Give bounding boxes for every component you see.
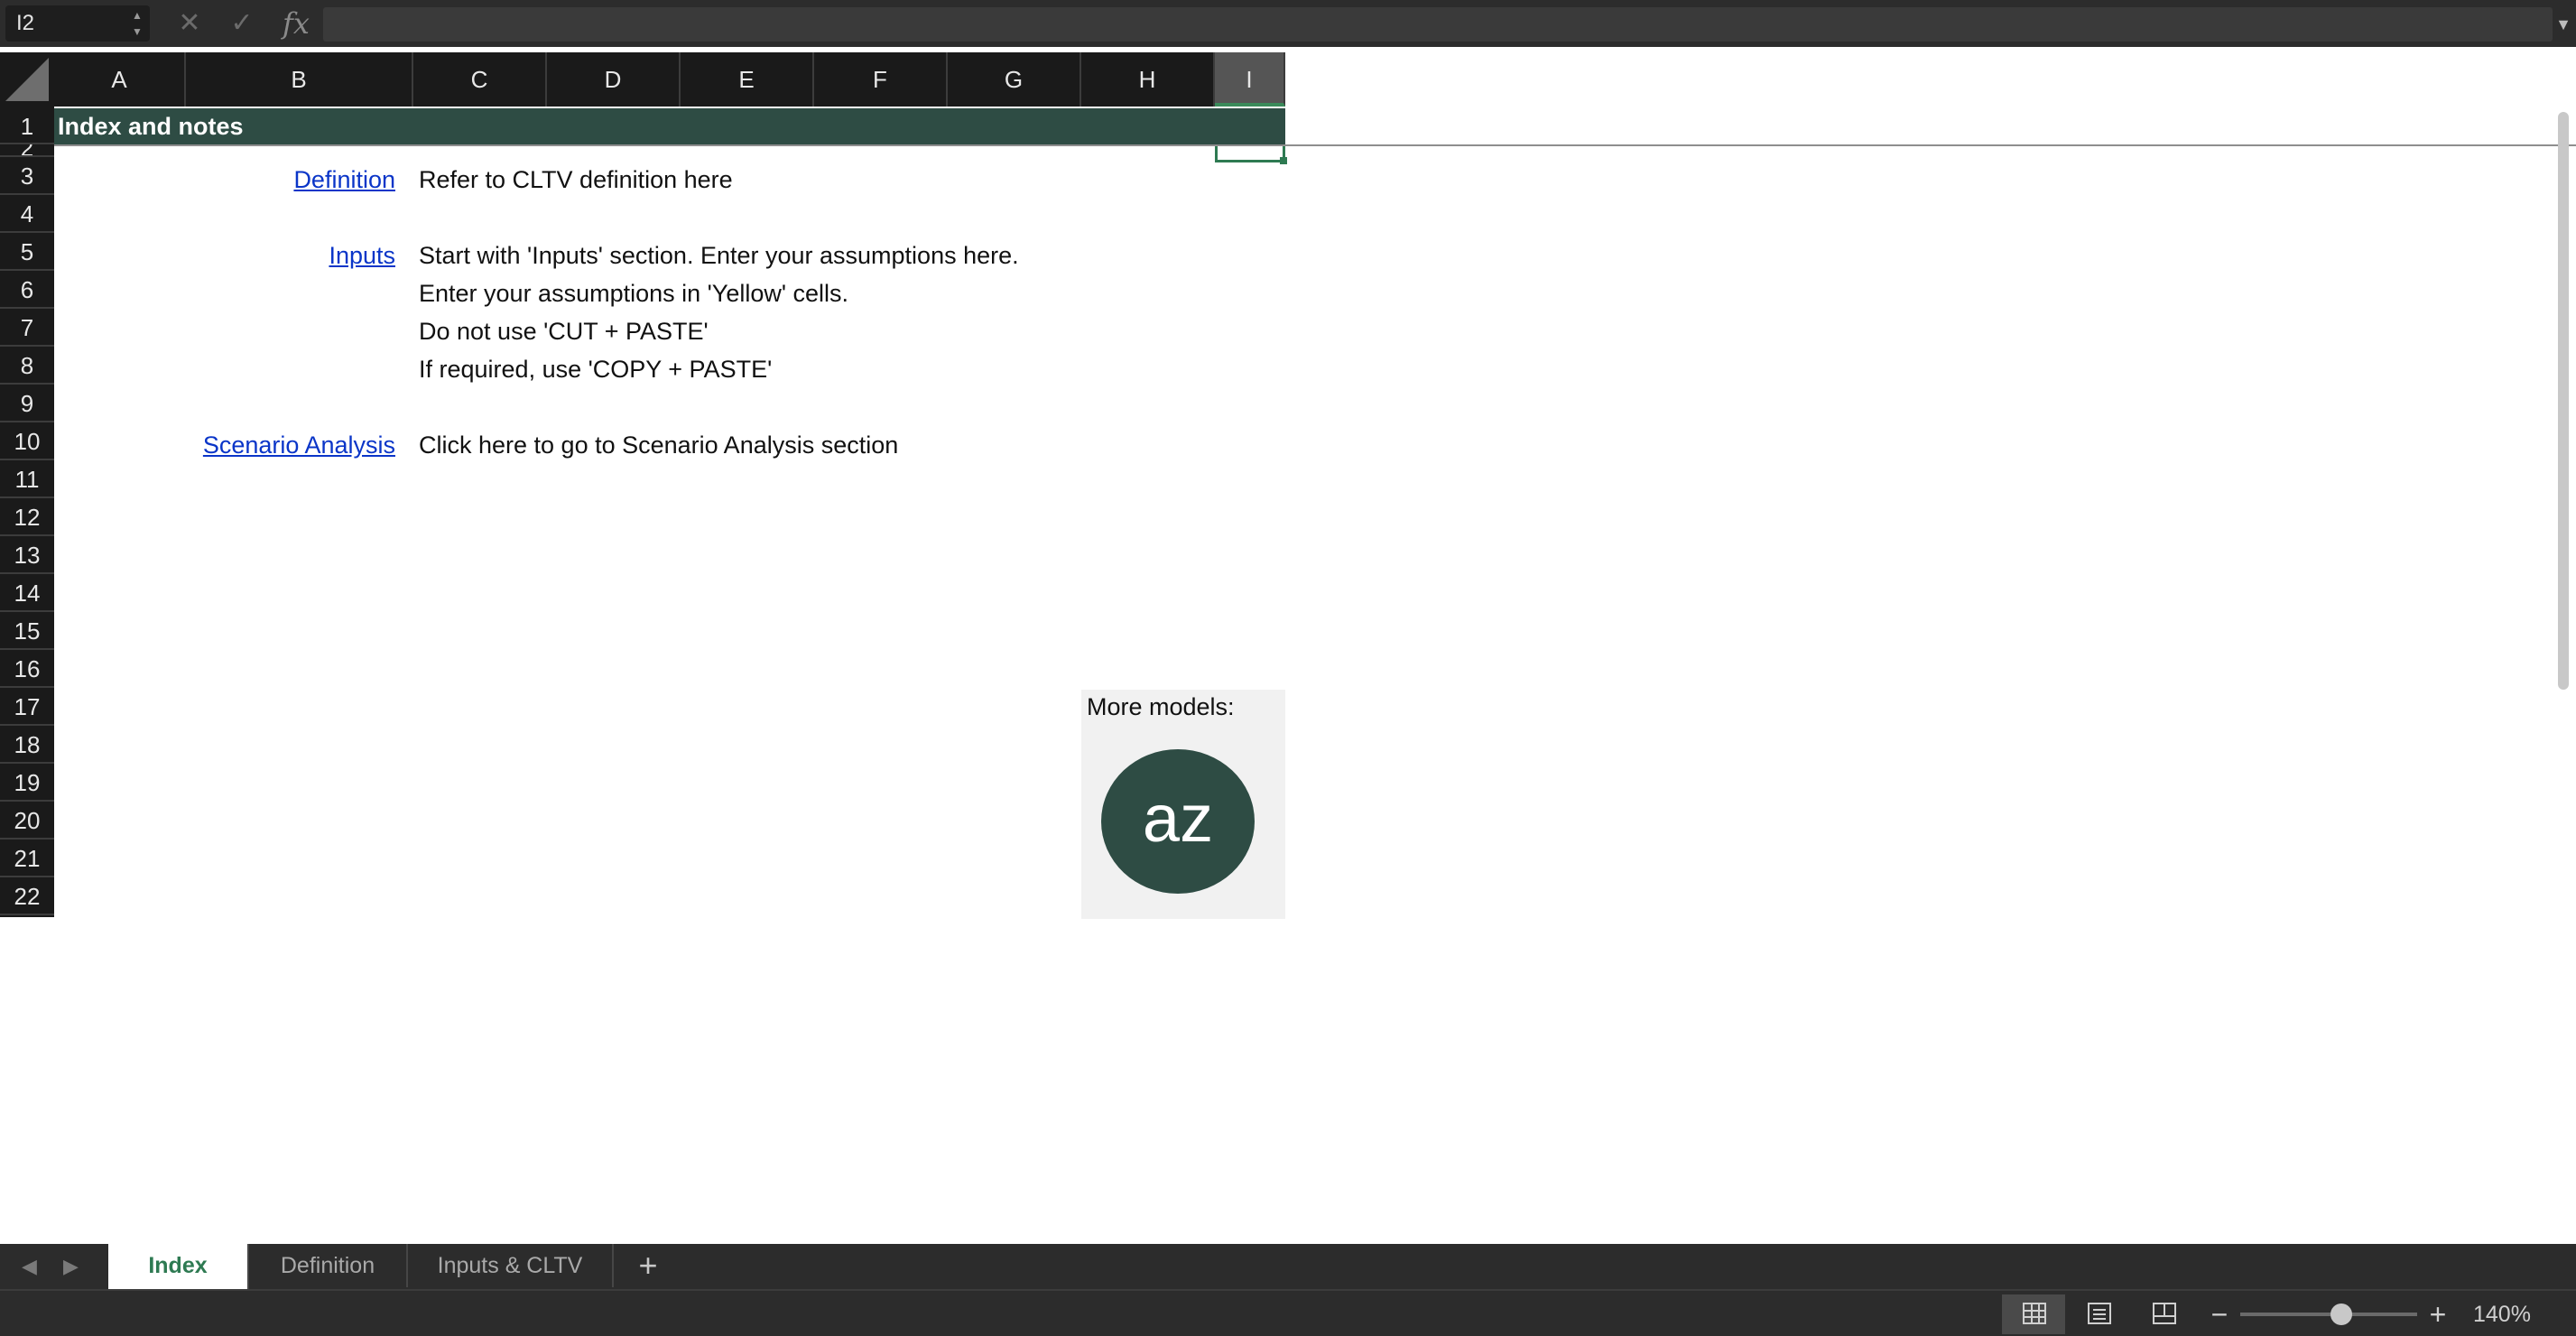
note-copy-paste: If required, use 'COPY + PASTE' <box>419 356 773 383</box>
row-header-7[interactable]: 7 <box>0 309 54 347</box>
name-box[interactable]: I2 ▲ ▼ <box>5 5 150 42</box>
grid-view-icon <box>2023 1303 2046 1324</box>
tab-index[interactable]: Index <box>108 1244 249 1289</box>
row-header-18[interactable]: 18 <box>0 726 54 764</box>
note-scenario-analysis: Click here to go to Scenario Analysis se… <box>419 431 899 459</box>
more-models-label: More models: <box>1087 693 1235 720</box>
formula-expand-icon[interactable]: ▼ <box>2554 9 2572 40</box>
zoom-out-button[interactable]: − <box>2206 1294 2233 1334</box>
row-header-9[interactable]: 9 <box>0 385 54 422</box>
freeze-pane-divider <box>54 144 2576 146</box>
zoom-slider-thumb[interactable] <box>2330 1304 2352 1325</box>
inputs-link[interactable]: Inputs <box>329 237 395 274</box>
row-header-15[interactable]: 15 <box>0 612 54 650</box>
az-logo[interactable]: az <box>1101 749 1255 894</box>
column-header-c[interactable]: C <box>413 52 547 107</box>
row-header-5[interactable]: 5 <box>0 233 54 271</box>
page-break-view-button[interactable] <box>2132 1294 2195 1334</box>
column-header-b[interactable]: B <box>186 52 413 107</box>
fx-icon[interactable]: fx <box>280 5 312 42</box>
row-header-13[interactable]: 13 <box>0 536 54 574</box>
note-no-cut-paste: Do not use 'CUT + PASTE' <box>419 318 709 345</box>
column-header-h[interactable]: H <box>1081 52 1215 107</box>
prev-sheet-icon[interactable]: ◀ <box>22 1244 37 1289</box>
status-bar: − + 140% <box>0 1289 2576 1336</box>
row-header-14[interactable]: 14 <box>0 574 54 612</box>
row-header-17[interactable]: 17 <box>0 688 54 726</box>
fill-handle[interactable] <box>1280 157 1287 164</box>
zoom-level[interactable]: 140% <box>2473 1294 2560 1334</box>
note-yellow-cells: Enter your assumptions in 'Yellow' cells… <box>419 280 849 307</box>
column-header-i[interactable]: I <box>1215 52 1285 107</box>
zoom-slider[interactable] <box>2240 1313 2417 1316</box>
selected-cell-i2[interactable] <box>1215 146 1285 162</box>
note-definition: Refer to CLTV definition here <box>419 166 733 193</box>
confirm-icon[interactable]: ✓ <box>227 5 256 42</box>
column-header-e[interactable]: E <box>681 52 814 107</box>
column-header-a[interactable]: A <box>54 52 186 107</box>
row-header-2[interactable]: 2 <box>0 144 54 157</box>
row-header-22[interactable]: 22 <box>0 877 54 915</box>
row-header-16[interactable]: 16 <box>0 650 54 688</box>
page-break-icon <box>2153 1303 2176 1324</box>
row-header-6[interactable]: 6 <box>0 271 54 309</box>
scenario-analysis-link[interactable]: Scenario Analysis <box>203 426 395 464</box>
column-headers: A B C D E F G H I <box>54 52 1285 107</box>
tab-definition[interactable]: Definition <box>249 1244 408 1287</box>
normal-view-button[interactable] <box>2002 1294 2065 1334</box>
row-headers: 1 2 3 4 5 6 7 8 9 10 11 12 13 14 15 16 1… <box>0 107 54 917</box>
row-header-3[interactable]: 3 <box>0 157 54 195</box>
vertical-scrollbar[interactable] <box>2558 112 2569 690</box>
add-sheet-button[interactable]: + <box>617 1244 679 1287</box>
note-inputs-start: Start with 'Inputs' section. Enter your … <box>419 242 1019 269</box>
row-header-19[interactable]: 19 <box>0 764 54 802</box>
formula-input[interactable] <box>323 7 2553 42</box>
definition-link[interactable]: Definition <box>293 161 395 199</box>
formula-bar: I2 ▲ ▼ ✕ ✓ fx ▼ <box>0 0 2576 47</box>
name-box-value: I2 <box>16 11 35 35</box>
column-header-g[interactable]: G <box>948 52 1081 107</box>
row-header-4[interactable]: 4 <box>0 195 54 233</box>
row-header-12[interactable]: 12 <box>0 498 54 536</box>
more-models-panel: More models: az <box>1081 690 1285 919</box>
tab-inputs-cltv[interactable]: Inputs & CLTV <box>408 1244 614 1287</box>
page-layout-icon <box>2088 1303 2111 1324</box>
row-header-21[interactable]: 21 <box>0 840 54 877</box>
row-header-1[interactable]: 1 <box>0 108 54 144</box>
next-sheet-icon[interactable]: ▶ <box>63 1244 79 1289</box>
sheet-title-cell[interactable]: Index and notes <box>54 108 1285 144</box>
row-header-20[interactable]: 20 <box>0 802 54 840</box>
row-header-8[interactable]: 8 <box>0 347 54 385</box>
cancel-icon[interactable]: ✕ <box>177 5 202 42</box>
select-all-corner[interactable] <box>0 52 54 107</box>
row-header-11[interactable]: 11 <box>0 460 54 498</box>
page-layout-view-button[interactable] <box>2067 1294 2130 1334</box>
sheet-tab-bar: ◀ ▶ Index Definition Inputs & CLTV + <box>0 1244 2576 1289</box>
zoom-in-button[interactable]: + <box>2424 1294 2451 1334</box>
column-header-d[interactable]: D <box>547 52 681 107</box>
column-header-f[interactable]: F <box>814 52 948 107</box>
row-header-10[interactable]: 10 <box>0 422 54 460</box>
name-box-stepper-icon[interactable]: ▲ ▼ <box>130 7 144 40</box>
